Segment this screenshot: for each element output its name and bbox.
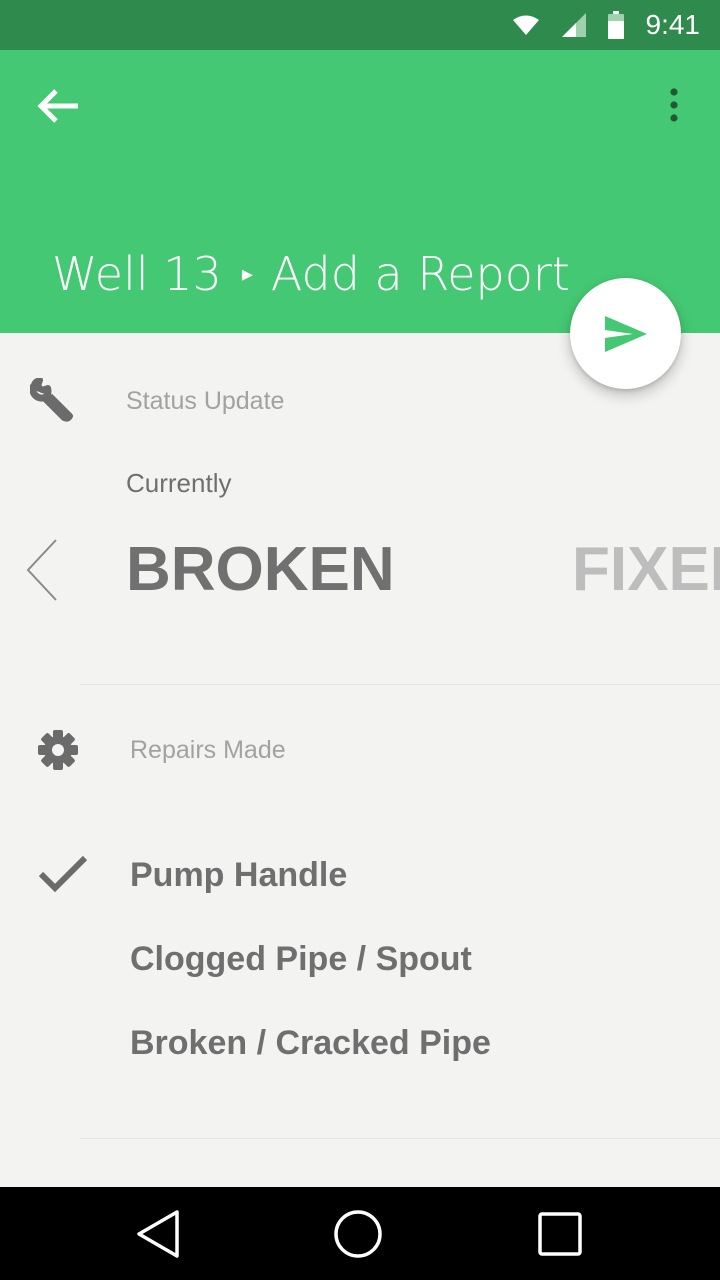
status-time: 9:41 <box>645 9 701 40</box>
more-vert-icon <box>670 88 678 122</box>
wifi-icon <box>512 14 540 36</box>
breadcrumb-parent[interactable]: Well 13 <box>52 247 222 301</box>
arrow-left-icon <box>37 89 78 123</box>
back-button[interactable] <box>30 78 86 134</box>
cellular-signal-icon <box>561 13 586 37</box>
status-option-fixed[interactable]: FIXED <box>572 534 720 605</box>
page-title: Well 13 ▸ Add a Report <box>52 244 570 304</box>
check-icon <box>38 852 88 896</box>
gear-icon <box>36 728 80 772</box>
section-divider <box>80 684 720 685</box>
breadcrumb-separator: ▸ <box>241 261 253 287</box>
section-divider <box>80 1138 720 1139</box>
status-carousel[interactable]: BROKEN FIXED <box>0 520 720 620</box>
nav-back-button[interactable] <box>108 1187 208 1280</box>
system-nav-bar <box>0 1187 720 1280</box>
status-option-broken[interactable]: BROKEN <box>126 534 395 605</box>
nav-recents-button[interactable] <box>510 1187 610 1280</box>
repair-item-clogged-pipe[interactable]: Clogged Pipe / Spout <box>130 940 472 979</box>
circle-home-icon <box>334 1209 382 1258</box>
triangle-back-icon <box>137 1209 179 1258</box>
nav-home-button[interactable] <box>308 1187 408 1280</box>
square-recents-icon <box>538 1211 582 1256</box>
repair-item-pump-handle[interactable]: Pump Handle <box>130 856 347 895</box>
currently-label: Currently <box>126 468 232 498</box>
repair-item-broken-pipe[interactable]: Broken / Cracked Pipe <box>130 1024 491 1063</box>
status-update-label: Status Update <box>126 387 285 415</box>
wrench-icon <box>29 377 74 422</box>
battery-icon <box>607 11 624 39</box>
overflow-menu-button[interactable] <box>654 80 694 130</box>
status-bar: 9:41 <box>0 0 720 50</box>
breadcrumb-current: Add a Report <box>270 247 570 301</box>
repairs-made-label: Repairs Made <box>130 736 286 764</box>
send-icon <box>604 315 647 352</box>
send-report-button[interactable] <box>570 278 681 389</box>
